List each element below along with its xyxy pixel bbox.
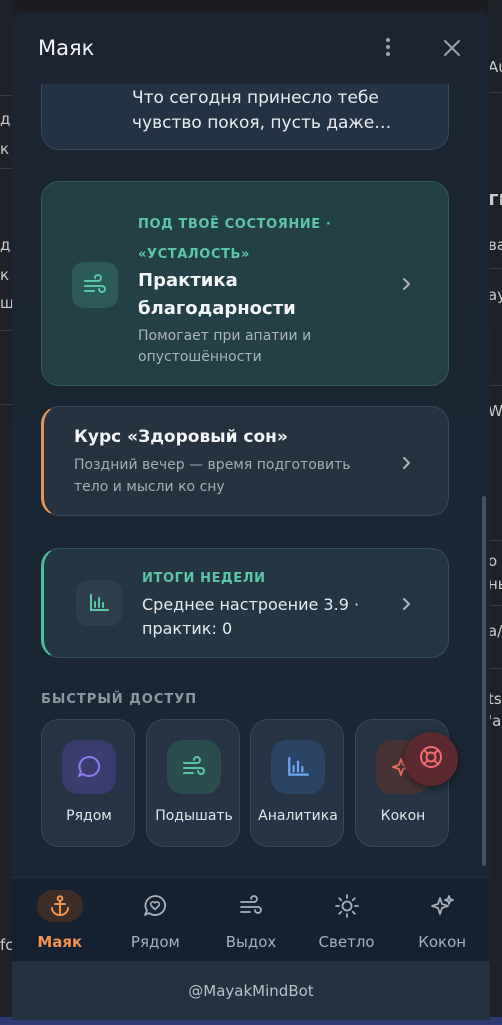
wind-icon xyxy=(72,262,118,308)
nav-item-mayak[interactable]: Маяк xyxy=(12,878,108,961)
course-subtitle: Поздний вечер — время подготовить тело и… xyxy=(74,457,351,495)
nav-item-ryadom[interactable]: Рядом xyxy=(108,878,204,961)
quick-tile-label: Рядом xyxy=(66,808,112,824)
kebab-icon[interactable] xyxy=(382,36,394,58)
nav-label: Рядом xyxy=(130,933,180,951)
practice-tag: ПОД ТВОЁ СОСТОЯНИЕ · «УСТАЛОСТЬ» xyxy=(138,217,332,262)
quick-access-heading: БЫСТРЫЙ ДОСТУП xyxy=(41,692,198,707)
bg-text: Au xyxy=(488,58,502,76)
quick-tile-label: Кокон xyxy=(380,808,426,824)
app-title: Маяк xyxy=(38,36,95,60)
course-title: Курс «Здоровый сон» xyxy=(74,427,288,447)
bg-text: о xyxy=(488,552,498,570)
chevron-right-icon xyxy=(400,596,414,610)
nav-label: Маяк xyxy=(37,933,83,951)
course-card[interactable]: Курс «Здоровый сон» Поздний вечер — врем… xyxy=(41,406,449,516)
bg-text: гг xyxy=(488,186,502,210)
bg-text: W xyxy=(488,402,502,420)
quick-tile-analytics[interactable]: Аналитика xyxy=(250,719,344,847)
quick-tile-breathe[interactable]: Подышать xyxy=(146,719,240,847)
bg-text: fc xyxy=(0,936,12,954)
recommended-practice-card[interactable]: ПОД ТВОЁ СОСТОЯНИЕ · «УСТАЛОСТЬ» Практик… xyxy=(41,181,449,386)
scrollbar-thumb[interactable] xyxy=(482,496,486,866)
bg-text: ны xyxy=(488,575,502,593)
chevron-right-icon xyxy=(400,455,414,469)
bg-text: ts xyxy=(488,690,502,708)
nav-label: Выдох xyxy=(225,933,277,951)
background-page-left: д к д к ш fc xyxy=(0,0,12,1025)
week-tag: ИТОГИ НЕДЕЛИ xyxy=(142,571,266,586)
bg-text: ва xyxy=(488,236,502,254)
bg-text: к xyxy=(0,266,10,284)
reflection-prompt-text: Что сегодня принесло тебе чувство покоя,… xyxy=(132,88,392,133)
quick-tile-label: Аналитика xyxy=(258,808,338,824)
bg-text: д xyxy=(0,236,11,254)
wind-icon xyxy=(228,890,274,922)
bg-text: ш xyxy=(0,294,12,312)
weekly-summary-card[interactable]: ИТОГИ НЕДЕЛИ Среднее настроение 3.9 · пр… xyxy=(41,548,449,658)
background-page-right: Au гг ва ау W о ны а/ ts 'a xyxy=(488,0,502,1025)
quick-tile-ryadom[interactable]: Рядом xyxy=(41,719,135,847)
nav-item-light[interactable]: Светло xyxy=(299,878,395,961)
sun-icon xyxy=(324,890,370,922)
bg-text: 'a xyxy=(488,712,502,730)
mayak-app-window: Маяк Что сегодня принесло тебе чувство п… xyxy=(12,12,490,1020)
bg-text: к xyxy=(0,140,10,158)
practice-title: Практика благодарности xyxy=(138,270,296,319)
practice-subtitle: Помогает при апатии и опустошённости xyxy=(138,328,312,365)
bar-chart-icon xyxy=(76,580,122,626)
bot-username-footer: @MayakMindBot xyxy=(12,961,490,1020)
lifebuoy-icon xyxy=(418,744,444,774)
bottom-navigation: Маяк Рядом Выдох Светло Кокон xyxy=(12,877,490,961)
bg-text: д xyxy=(0,110,11,128)
sparkles-icon xyxy=(419,890,465,922)
quick-tile-label: Подышать xyxy=(155,808,233,824)
nav-item-exhale[interactable]: Выдох xyxy=(203,878,299,961)
anchor-icon xyxy=(36,890,83,922)
week-summary-text: Среднее настроение 3.9 · практик: 0 xyxy=(142,595,360,638)
sos-lifebuoy-button[interactable] xyxy=(404,732,458,786)
nav-item-cocoon[interactable]: Кокон xyxy=(394,878,490,961)
bg-text: ау xyxy=(488,286,502,304)
bar-chart-icon xyxy=(271,740,325,794)
nav-label: Светло xyxy=(318,933,375,951)
nav-label: Кокон xyxy=(418,933,467,951)
bg-text: а/ xyxy=(488,622,502,640)
chat-bubble-icon xyxy=(62,740,116,794)
close-icon[interactable] xyxy=(440,36,464,60)
heart-bubble-icon xyxy=(132,890,178,922)
reflection-prompt-card[interactable]: Что сегодня принесло тебе чувство покоя,… xyxy=(41,84,449,150)
wind-icon xyxy=(167,740,221,794)
chevron-right-icon xyxy=(400,276,414,290)
app-header: Маяк xyxy=(12,12,490,84)
